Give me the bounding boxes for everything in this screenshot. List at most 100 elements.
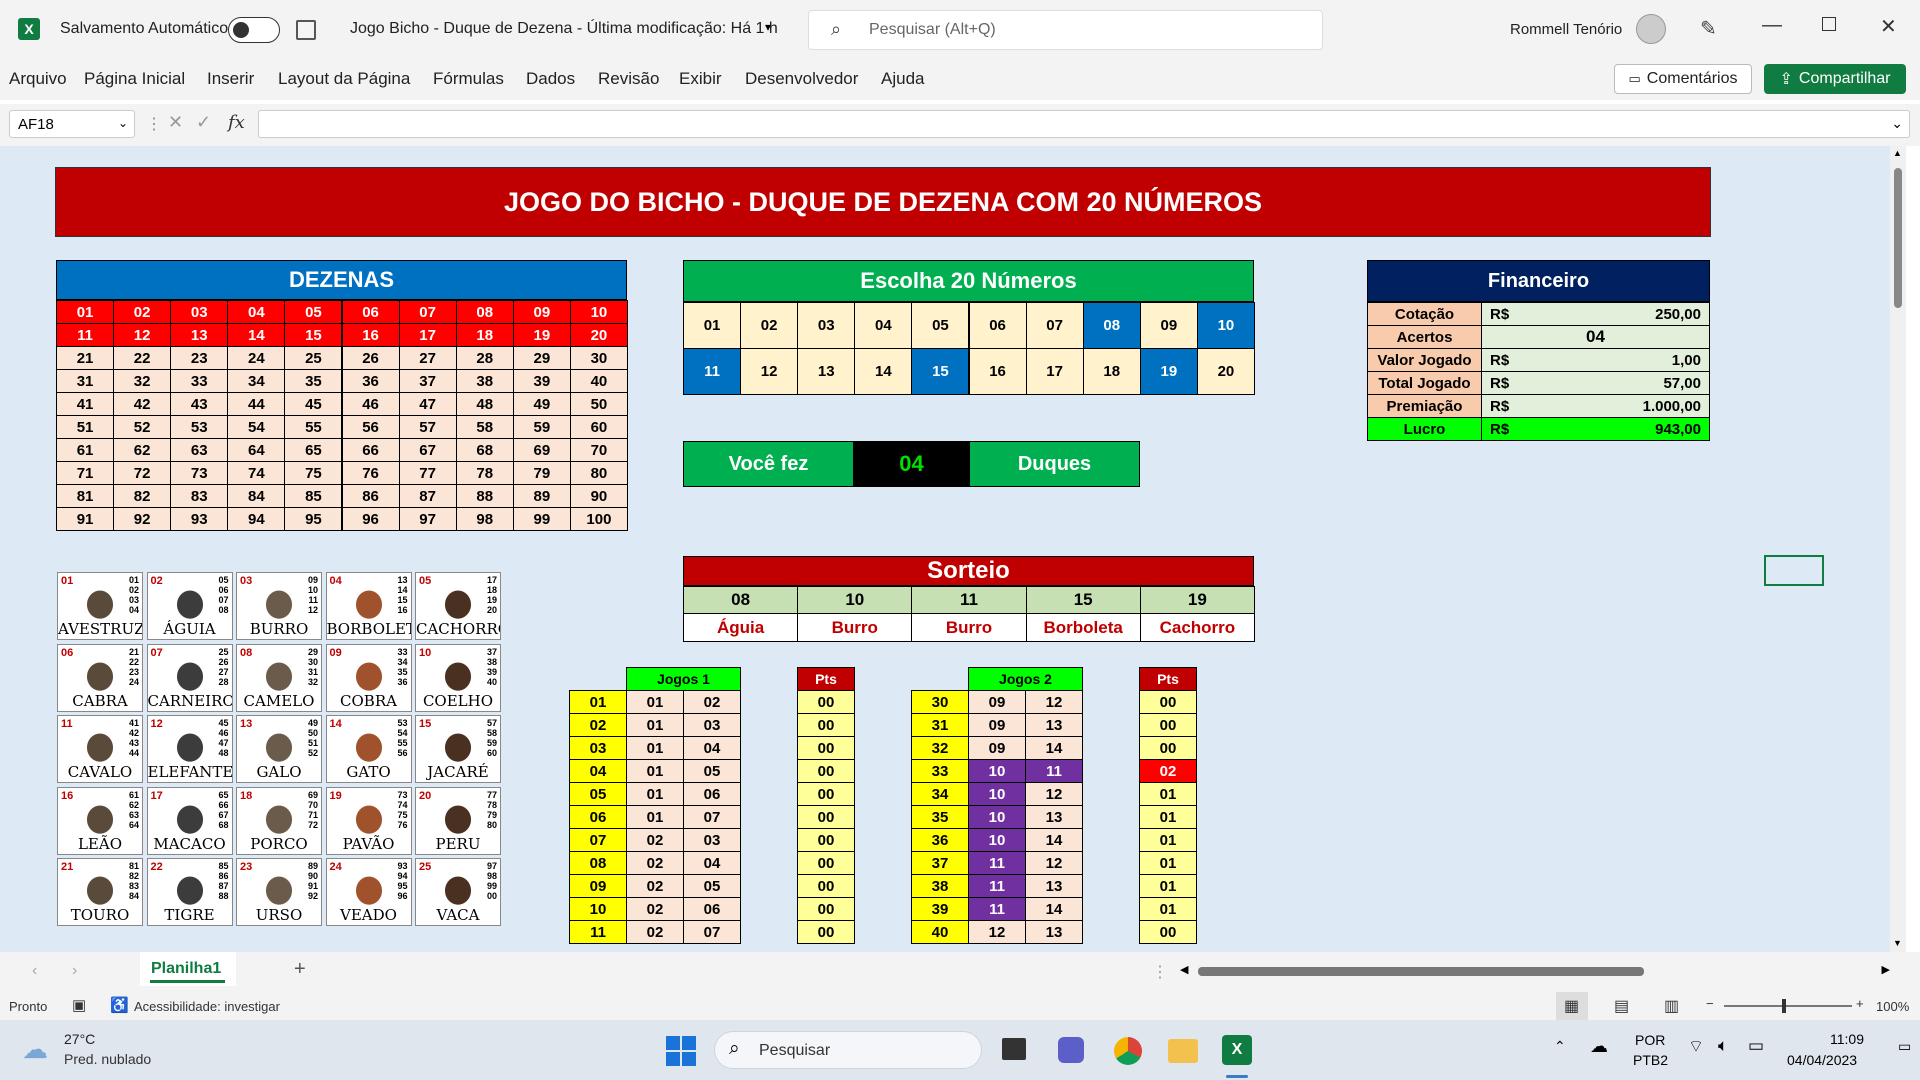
tab-pagina-inicial[interactable]: Página Inicial <box>84 69 185 89</box>
escolha-cell[interactable]: 08 <box>1082 302 1141 349</box>
dezena-cell[interactable]: 97 <box>398 507 457 531</box>
scroll-up-icon[interactable]: ▲ <box>1893 148 1902 158</box>
dezena-cell[interactable]: 56 <box>341 415 400 439</box>
dezena-cell[interactable]: 76 <box>341 461 400 485</box>
escolha-cell[interactable]: 07 <box>1025 302 1084 349</box>
onedrive-icon[interactable]: ☁ <box>1590 1036 1608 1057</box>
splitter-icon[interactable]: ⋮ <box>1152 962 1168 982</box>
dezena-cell[interactable]: 04 <box>227 300 286 324</box>
chevron-down-icon[interactable]: ⌄ <box>118 116 128 130</box>
tab-desenvolvedor[interactable]: Desenvolvedor <box>745 69 858 89</box>
escolha-cell[interactable]: 06 <box>968 302 1027 349</box>
dezena-cell[interactable]: 59 <box>512 415 571 439</box>
tab-formulas[interactable]: Fórmulas <box>433 69 504 89</box>
dezena-cell[interactable]: 70 <box>569 438 628 462</box>
share-button[interactable]: ⇪ Compartilhar <box>1764 64 1906 94</box>
dezena-cell[interactable]: 18 <box>455 323 514 347</box>
tab-revisao[interactable]: Revisão <box>598 69 659 89</box>
scroll-right-icon[interactable]: ▶ <box>1882 963 1890 976</box>
dezena-cell[interactable]: 98 <box>455 507 514 531</box>
dezena-cell[interactable]: 60 <box>569 415 628 439</box>
dezena-cell[interactable]: 88 <box>455 484 514 508</box>
dezena-cell[interactable]: 09 <box>512 300 571 324</box>
dezena-cell[interactable]: 28 <box>455 346 514 370</box>
dezena-cell[interactable]: 41 <box>56 392 115 416</box>
escolha-cell[interactable]: 12 <box>740 348 799 395</box>
accessibility-status[interactable]: Acessibilidade: investigar <box>134 999 280 1014</box>
dezena-cell[interactable]: 58 <box>455 415 514 439</box>
escolha-cell[interactable]: 17 <box>1025 348 1084 395</box>
dezena-cell[interactable]: 37 <box>398 369 457 393</box>
dezena-cell[interactable]: 21 <box>56 346 115 370</box>
clock-date[interactable]: 04/04/2023 <box>1787 1052 1857 1068</box>
dezena-cell[interactable]: 80 <box>569 461 628 485</box>
user-name[interactable]: Rommell Tenório <box>1510 21 1622 38</box>
document-title[interactable]: Jogo Bicho - Duque de Dezena - Última mo… <box>350 20 778 38</box>
zoom-out-icon[interactable]: − <box>1706 996 1714 1011</box>
dezena-cell[interactable]: 99 <box>512 507 571 531</box>
weather-icon[interactable]: ☁ <box>22 1034 48 1065</box>
escolha-cell[interactable]: 15 <box>911 348 970 395</box>
dezena-cell[interactable]: 45 <box>284 392 343 416</box>
prev-sheet-icon[interactable]: ‹ <box>32 962 37 980</box>
escolha-cell[interactable]: 09 <box>1139 302 1198 349</box>
dezena-cell[interactable]: 16 <box>341 323 400 347</box>
dezena-cell[interactable]: 64 <box>227 438 286 462</box>
dezena-cell[interactable]: 01 <box>56 300 115 324</box>
dezena-cell[interactable]: 22 <box>113 346 172 370</box>
dezena-cell[interactable]: 32 <box>113 369 172 393</box>
avatar[interactable] <box>1636 14 1666 44</box>
chevron-up-icon[interactable]: ⌃ <box>1554 1038 1566 1055</box>
formula-input[interactable]: ⌄ <box>258 110 1910 138</box>
dezena-cell[interactable]: 51 <box>56 415 115 439</box>
escolha-cell[interactable]: 03 <box>797 302 856 349</box>
dezena-cell[interactable]: 69 <box>512 438 571 462</box>
volume-icon[interactable]: 🔈︎ <box>1718 1036 1728 1056</box>
escolha-cell[interactable]: 13 <box>797 348 856 395</box>
dezena-cell[interactable]: 92 <box>113 507 172 531</box>
escolha-cell[interactable]: 19 <box>1139 348 1198 395</box>
tab-arquivo[interactable]: Arquivo <box>9 69 67 89</box>
dezena-cell[interactable]: 73 <box>170 461 229 485</box>
dezena-cell[interactable]: 06 <box>341 300 400 324</box>
tab-inserir[interactable]: Inserir <box>207 69 254 89</box>
escolha-cell[interactable]: 04 <box>854 302 913 349</box>
dezena-cell[interactable]: 43 <box>170 392 229 416</box>
chevron-down-icon[interactable]: ⌄ <box>1891 115 1903 132</box>
horizontal-scrollbar[interactable]: ◀ ▶ <box>1180 964 1890 978</box>
dezena-cell[interactable]: 34 <box>227 369 286 393</box>
zoom-in-icon[interactable]: + <box>1856 996 1864 1011</box>
dezena-cell[interactable]: 66 <box>341 438 400 462</box>
dezena-cell[interactable]: 39 <box>512 369 571 393</box>
dezena-cell[interactable]: 19 <box>512 323 571 347</box>
dezena-cell[interactable]: 05 <box>284 300 343 324</box>
dezena-cell[interactable]: 83 <box>170 484 229 508</box>
dezena-cell[interactable]: 15 <box>284 323 343 347</box>
escolha-cell[interactable]: 16 <box>968 348 1027 395</box>
task-view-icon[interactable] <box>1002 1038 1026 1060</box>
dezena-cell[interactable]: 33 <box>170 369 229 393</box>
dezena-cell[interactable]: 50 <box>569 392 628 416</box>
dezena-cell[interactable]: 84 <box>227 484 286 508</box>
dezena-cell[interactable]: 35 <box>284 369 343 393</box>
sheet-tab-planilha1[interactable]: Planilha1 <box>140 952 236 986</box>
scroll-down-icon[interactable]: ▼ <box>1893 938 1902 948</box>
escolha-cell[interactable]: 18 <box>1082 348 1141 395</box>
dezena-cell[interactable]: 49 <box>512 392 571 416</box>
teams-icon[interactable] <box>1058 1037 1084 1063</box>
fx-label[interactable]: fx <box>228 112 245 133</box>
zoom-level[interactable]: 100% <box>1876 999 1909 1014</box>
dezena-cell[interactable]: 93 <box>170 507 229 531</box>
dezena-cell[interactable]: 96 <box>341 507 400 531</box>
enter-icon[interactable]: ✓ <box>196 112 211 133</box>
macro-icon[interactable]: ▣ <box>72 996 86 1014</box>
worksheet[interactable]: JOGO DO BICHO - DUQUE DE DEZENA COM 20 N… <box>0 146 1906 952</box>
dezena-cell[interactable]: 95 <box>284 507 343 531</box>
more-icon[interactable]: ⋮ <box>146 114 162 134</box>
vertical-scrollbar[interactable]: ▲ ▼ <box>1890 146 1906 952</box>
dezena-cell[interactable]: 11 <box>56 323 115 347</box>
dezena-cell[interactable]: 02 <box>113 300 172 324</box>
comments-button[interactable]: ▭ Comentários <box>1614 64 1752 94</box>
weather-temp[interactable]: 27°C <box>64 1031 95 1047</box>
restore-icon[interactable] <box>1822 17 1836 31</box>
